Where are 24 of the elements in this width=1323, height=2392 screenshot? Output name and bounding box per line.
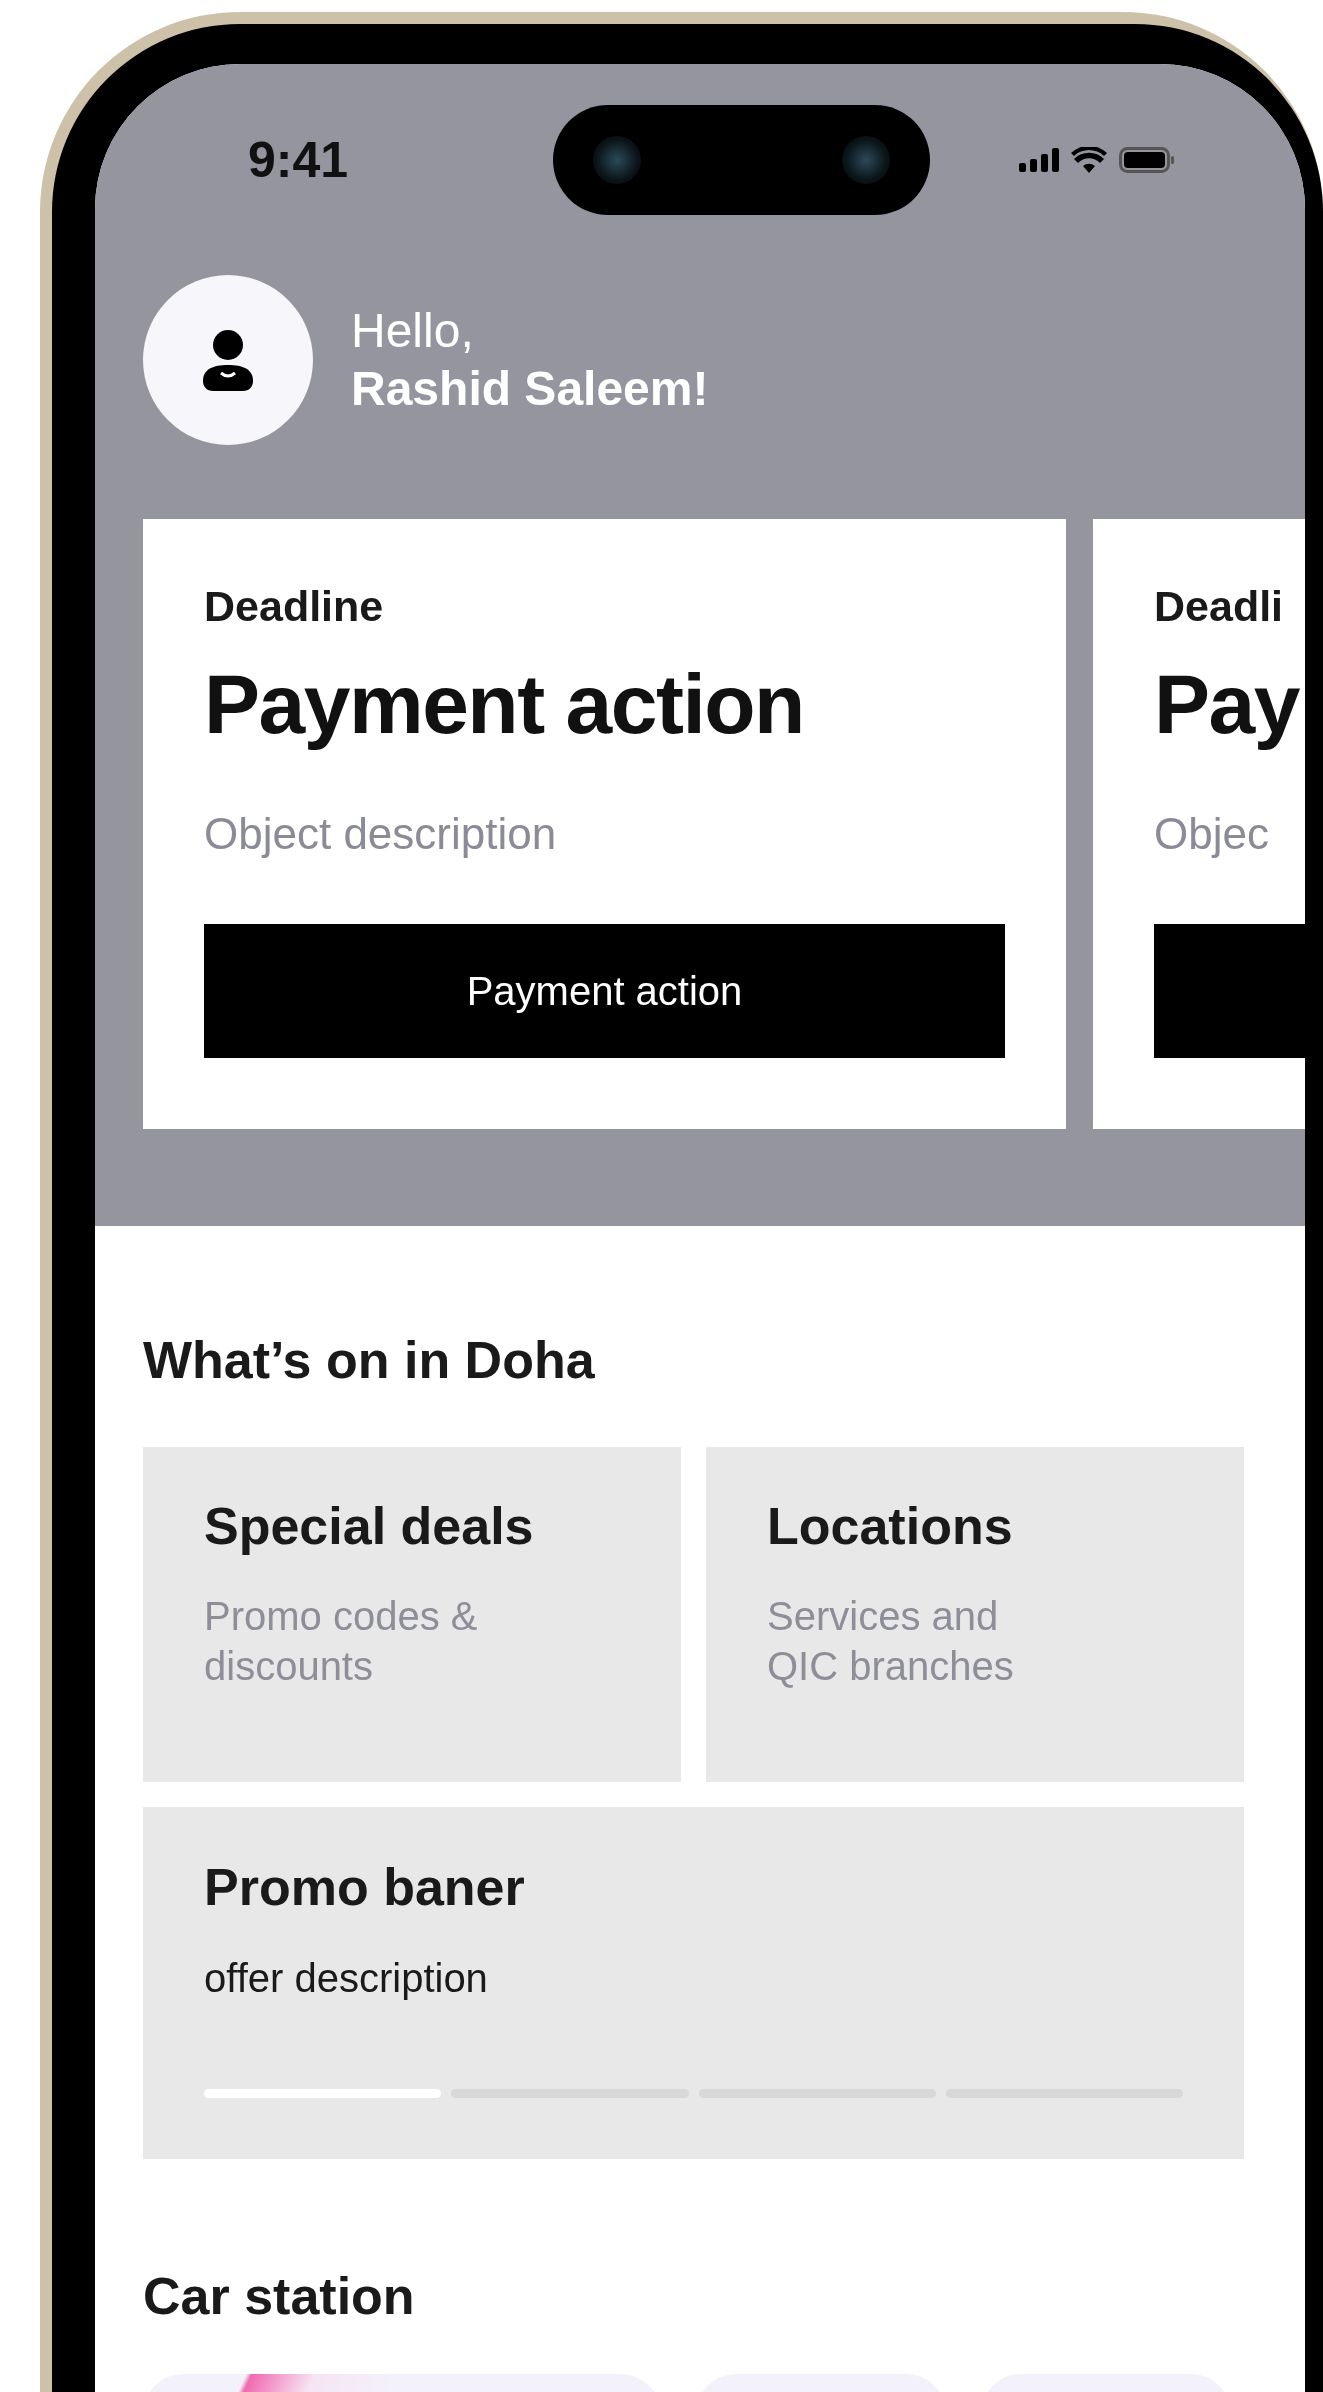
user-name: Rashid Saleem! — [351, 361, 709, 417]
section-title: Car station — [143, 2266, 416, 2327]
payment-title: Payment action — [204, 656, 805, 753]
status-time: 9:41 — [248, 131, 349, 189]
feature-tile[interactable]: Locations Services and QIC branches — [706, 1447, 1244, 1782]
tile-title: Special deals — [204, 1496, 535, 1557]
payment-action-button[interactable]: Payment action — [204, 924, 1005, 1058]
payment-title: Pay — [1154, 656, 1301, 753]
wifi-icon — [1071, 147, 1107, 173]
signal-icon — [1019, 148, 1059, 172]
object-description: Object description — [204, 808, 558, 860]
offer-description: offer description — [204, 1955, 489, 2002]
battery-icon — [1119, 147, 1175, 173]
tile-subtitle: Services and QIC branches — [767, 1593, 1015, 1690]
tile-title: Locations — [767, 1496, 1014, 1557]
deadline-label: Deadli — [1154, 581, 1285, 632]
tile-subtitle: Promo codes & discounts — [204, 1593, 479, 1690]
section-title: What’s on in Doha — [143, 1330, 596, 1391]
promo-banner[interactable]: Promo baner offer description — [143, 1807, 1244, 2159]
object-description: Objec — [1154, 808, 1270, 860]
greeting-text: Hello, — [351, 303, 475, 359]
feature-tile[interactable]: Special deals Promo codes & discounts — [143, 1447, 681, 1782]
deadline-label: Deadline — [204, 581, 385, 632]
promo-title: Promo baner — [204, 1857, 526, 1918]
